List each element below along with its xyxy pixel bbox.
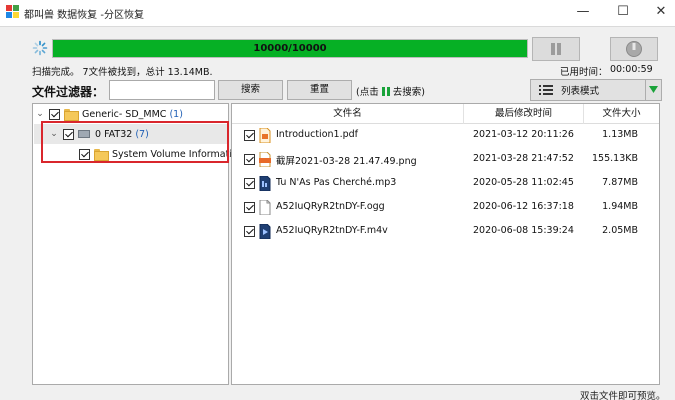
list-view-icon — [539, 85, 553, 95]
maximize-button[interactable]: ☐ — [612, 3, 634, 21]
file-name: A52IuQRyR2tnDY-F.ogg — [276, 201, 385, 212]
scan-progress-bar: 10000/10000 — [52, 39, 528, 58]
table-row[interactable]: A52IuQRyR2tnDY-F.m4v 2020-06-08 15:39:24… — [232, 220, 659, 244]
filter-input[interactable] — [109, 80, 215, 100]
table-row[interactable]: Introduction1.pdf 2021-03-12 20:11:26 1.… — [232, 124, 659, 148]
scan-summary: 扫描完成。 7文件被找到，总计 13.14MB. — [32, 67, 213, 78]
file-list[interactable]: 文件名 最后修改时间 文件大小 Introduction1.pdf 2021-0… — [231, 103, 660, 385]
table-row[interactable]: 截屏2021-03-28 21.47.49.png 2021-03-28 21:… — [232, 148, 659, 172]
file-size: 1.94MB — [602, 201, 638, 212]
file-modified: 2020-05-28 11:02:45 — [473, 177, 574, 188]
column-header-size[interactable]: 文件大小 — [584, 104, 659, 124]
file-modified: 2020-06-08 15:39:24 — [473, 225, 574, 236]
file-modified: 2021-03-28 21:47:52 — [473, 153, 574, 164]
file-size: 2.05MB — [602, 225, 638, 236]
pause-icon — [551, 43, 561, 55]
row-checkbox[interactable] — [244, 178, 255, 189]
file-list-header: 文件名 最后修改时间 文件大小 — [232, 104, 659, 124]
dropdown-arrow-icon[interactable] — [645, 80, 661, 100]
file-name: 截屏2021-03-28 21.47.49.png — [276, 156, 417, 167]
file-modified: 2020-06-12 16:37:18 — [473, 201, 574, 212]
table-row[interactable]: A52IuQRyR2tnDY-F.ogg 2020-06-12 16:37:18… — [232, 196, 659, 220]
view-mode-dropdown[interactable]: 列表模式 — [530, 79, 662, 101]
search-hint-suffix: 去搜索) — [392, 87, 425, 98]
file-size: 7.87MB — [602, 177, 638, 188]
row-checkbox[interactable] — [244, 226, 255, 237]
highlight-annotation-box — [41, 121, 229, 163]
search-hint-prefix: (点击 — [356, 87, 379, 98]
elapsed-time-label: 已用时间： — [560, 67, 608, 78]
chevron-down-icon[interactable]: ⌄ — [35, 109, 45, 119]
file-name: Introduction1.pdf — [276, 129, 358, 140]
filter-label: 文件过滤器： — [32, 85, 105, 99]
png-file-icon — [259, 152, 271, 167]
search-hint: (点击 去搜索) — [356, 84, 425, 98]
progress-text: 10000/10000 — [253, 43, 327, 54]
file-name: Tu N'As Pas Cherché.mp3 — [276, 177, 397, 188]
elapsed-time-value: 00:00:59 — [610, 64, 653, 75]
loading-spinner-icon — [32, 40, 48, 56]
table-row[interactable]: Tu N'As Pas Cherché.mp3 2020-05-28 11:02… — [232, 172, 659, 196]
search-button[interactable]: 搜索 — [218, 80, 283, 100]
title-bar: 都叫兽 数据恢复 -分区恢复 — ☐ ✕ — [0, 0, 675, 26]
stop-icon — [626, 41, 642, 57]
file-name: A52IuQRyR2tnDY-F.m4v — [276, 225, 388, 236]
generic-file-icon — [259, 200, 271, 215]
folder-icon — [64, 109, 79, 121]
pdf-file-icon — [259, 128, 271, 143]
file-size: 155.13KB — [592, 153, 638, 164]
audio-file-icon — [259, 176, 271, 191]
file-size: 1.13MB — [602, 129, 638, 140]
column-header-name[interactable]: 文件名 — [232, 104, 464, 124]
tree-item-count: (1) — [169, 108, 183, 120]
file-modified: 2021-03-12 20:11:26 — [473, 129, 574, 140]
window-title: 都叫兽 数据恢复 -分区恢复 — [24, 10, 144, 21]
row-checkbox[interactable] — [244, 202, 255, 213]
view-mode-label: 列表模式 — [561, 86, 600, 97]
video-file-icon — [259, 224, 271, 239]
app-logo-icon — [6, 5, 19, 18]
close-button[interactable]: ✕ — [650, 3, 672, 21]
tree-item-label: Generic- SD_MMC — [82, 108, 167, 120]
tree-checkbox[interactable] — [49, 108, 60, 120]
preview-hint: 双击文件即可预览。 — [580, 391, 666, 400]
stop-button[interactable] — [610, 37, 658, 61]
pause-button[interactable] — [532, 37, 580, 61]
minimize-button[interactable]: — — [572, 3, 594, 21]
row-checkbox[interactable] — [244, 154, 255, 165]
row-checkbox[interactable] — [244, 130, 255, 141]
pause-mini-icon — [381, 86, 390, 96]
column-header-modified[interactable]: 最后修改时间 — [464, 104, 584, 124]
reset-button[interactable]: 重置 — [287, 80, 352, 100]
